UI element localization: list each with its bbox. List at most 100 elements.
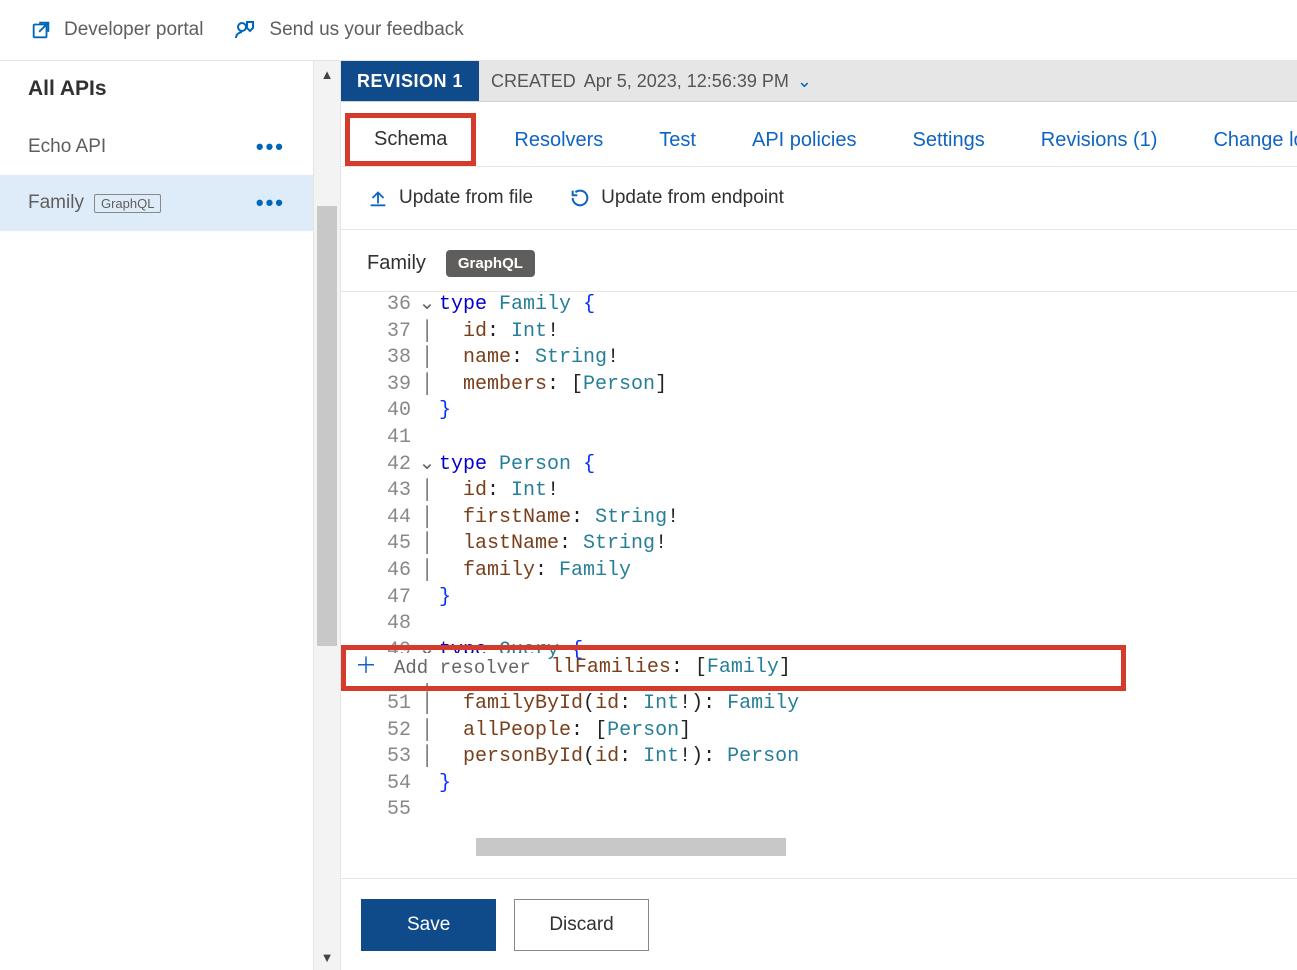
schema-editor[interactable]: 36⌄type Family {37│ id: Int!38│ name: St… bbox=[341, 291, 1297, 878]
update-from-endpoint-button[interactable]: Update from endpoint bbox=[569, 187, 784, 209]
tab-revisions[interactable]: Revisions (1) bbox=[1013, 115, 1186, 166]
scroll-thumb[interactable] bbox=[317, 206, 337, 646]
api-name: Family bbox=[367, 252, 426, 275]
more-icon[interactable]: ••• bbox=[256, 134, 285, 160]
code-line[interactable]: 41 bbox=[341, 425, 1297, 452]
upload-icon bbox=[367, 187, 389, 209]
code-text: familyById(id: Int!): Family bbox=[439, 691, 799, 718]
fold-icon[interactable] bbox=[415, 398, 439, 425]
developer-portal-label: Developer portal bbox=[64, 19, 203, 41]
code-text: lastName: String! bbox=[439, 531, 667, 558]
scroll-up-icon[interactable]: ▲ bbox=[314, 67, 340, 82]
revision-bar: REVISION 1 CREATED Apr 5, 2023, 12:56:39… bbox=[341, 61, 1297, 102]
fold-icon[interactable]: ⌄ bbox=[415, 292, 439, 319]
code-text: } bbox=[439, 771, 451, 798]
fold-icon[interactable]: │ bbox=[415, 478, 439, 505]
add-resolver-button[interactable]: Add resolver bbox=[386, 653, 545, 684]
code-line[interactable]: 48 bbox=[341, 611, 1297, 638]
code-line[interactable]: 38│ name: String! bbox=[341, 345, 1297, 372]
tab-api-policies[interactable]: API policies bbox=[724, 115, 885, 166]
discard-button[interactable]: Discard bbox=[514, 899, 648, 951]
code-text: type Person { bbox=[439, 452, 595, 479]
code-line[interactable]: 36⌄type Family { bbox=[341, 292, 1297, 319]
sidebar-item-label: Echo API bbox=[28, 136, 106, 158]
code-line[interactable]: 40} bbox=[341, 398, 1297, 425]
fold-icon[interactable] bbox=[415, 797, 439, 824]
main-panel: REVISION 1 CREATED Apr 5, 2023, 12:56:39… bbox=[341, 61, 1297, 970]
code-text: firstName: String! bbox=[439, 505, 679, 532]
update-from-file-label: Update from file bbox=[399, 187, 533, 209]
code-text: members: [Person] bbox=[439, 372, 667, 399]
code-line[interactable]: 51│ familyById(id: Int!): Family bbox=[341, 691, 1297, 718]
fold-icon[interactable]: │ bbox=[415, 718, 439, 745]
fold-icon[interactable]: │ bbox=[415, 558, 439, 585]
more-icon[interactable]: ••• bbox=[256, 190, 285, 216]
code-text: id: Int! bbox=[439, 478, 559, 505]
line-number: 36 bbox=[341, 292, 415, 319]
code-text: family: Family bbox=[439, 558, 631, 585]
send-feedback-label: Send us your feedback bbox=[269, 19, 463, 41]
send-feedback-link[interactable]: Send us your feedback bbox=[233, 18, 463, 42]
code-line[interactable]: 43│ id: Int! bbox=[341, 478, 1297, 505]
tab-schema[interactable]: Schema bbox=[345, 113, 476, 166]
external-link-icon bbox=[30, 19, 52, 41]
sidebar-item-family[interactable]: Family GraphQL ••• bbox=[0, 175, 313, 231]
fold-icon[interactable]: ⌄ bbox=[415, 452, 439, 479]
code-text: id: Int! bbox=[439, 319, 559, 346]
horizontal-scroll-thumb[interactable] bbox=[476, 838, 786, 856]
fold-icon[interactable] bbox=[415, 771, 439, 798]
vertical-scrollbar[interactable]: ▲ ▼ bbox=[314, 61, 341, 970]
revision-created[interactable]: CREATED Apr 5, 2023, 12:56:39 PM ⌄ bbox=[491, 71, 812, 92]
line-number: 40 bbox=[341, 398, 415, 425]
top-bar: Developer portal Send us your feedback bbox=[0, 0, 1297, 61]
code-line[interactable]: 46│ family: Family bbox=[341, 558, 1297, 585]
footer-bar: Save Discard bbox=[341, 878, 1297, 970]
developer-portal-link[interactable]: Developer portal bbox=[30, 19, 203, 41]
line-number: 41 bbox=[341, 425, 415, 452]
fold-icon[interactable]: │ bbox=[415, 505, 439, 532]
fold-icon[interactable] bbox=[415, 585, 439, 612]
fold-icon[interactable]: │ bbox=[415, 372, 439, 399]
revision-created-value: Apr 5, 2023, 12:56:39 PM bbox=[584, 71, 789, 92]
tab-change-log[interactable]: Change log bbox=[1185, 115, 1297, 166]
code-line[interactable]: 42⌄type Person { bbox=[341, 452, 1297, 479]
feedback-icon bbox=[233, 18, 257, 42]
line-number: 39 bbox=[341, 372, 415, 399]
revision-created-prefix: CREATED bbox=[491, 71, 576, 92]
code-line[interactable]: 53│ personById(id: Int!): Person bbox=[341, 744, 1297, 771]
fold-icon[interactable]: │ bbox=[415, 531, 439, 558]
save-button[interactable]: Save bbox=[361, 899, 496, 951]
code-line[interactable]: 54} bbox=[341, 771, 1297, 798]
fold-icon[interactable]: │ bbox=[415, 691, 439, 718]
code-line[interactable]: 52│ allPeople: [Person] bbox=[341, 718, 1297, 745]
update-from-file-button[interactable]: Update from file bbox=[367, 187, 533, 209]
fold-icon[interactable] bbox=[415, 611, 439, 638]
revision-badge[interactable]: REVISION 1 bbox=[341, 61, 479, 101]
code-line[interactable]: 45│ lastName: String! bbox=[341, 531, 1297, 558]
code-line[interactable]: 39│ members: [Person] bbox=[341, 372, 1297, 399]
tab-settings[interactable]: Settings bbox=[884, 115, 1012, 166]
line-number: 54 bbox=[341, 771, 415, 798]
scroll-down-icon[interactable]: ▼ bbox=[314, 950, 340, 965]
code-line[interactable]: 55 bbox=[341, 797, 1297, 824]
tab-test[interactable]: Test bbox=[631, 115, 724, 166]
tab-resolvers[interactable]: Resolvers bbox=[486, 115, 631, 166]
refresh-icon bbox=[569, 187, 591, 209]
line-number: 44 bbox=[341, 505, 415, 532]
fold-icon[interactable] bbox=[415, 425, 439, 452]
line-number: 37 bbox=[341, 319, 415, 346]
fold-icon[interactable]: │ bbox=[415, 319, 439, 346]
code-line[interactable]: 37│ id: Int! bbox=[341, 319, 1297, 346]
tab-bar: Schema Resolvers Test API policies Setti… bbox=[341, 102, 1297, 167]
sidebar-item-echo-api[interactable]: Echo API ••• bbox=[0, 119, 313, 175]
code-line[interactable]: 47} bbox=[341, 585, 1297, 612]
line-number: 43 bbox=[341, 478, 415, 505]
sidebar-title: All APIs bbox=[28, 77, 285, 101]
code-text: allPeople: [Person] bbox=[439, 718, 691, 745]
line-number: 52 bbox=[341, 718, 415, 745]
code-text: } bbox=[439, 585, 451, 612]
code-line[interactable]: 44│ firstName: String! bbox=[341, 505, 1297, 532]
fold-icon[interactable]: │ bbox=[415, 744, 439, 771]
line-number: 45 bbox=[341, 531, 415, 558]
fold-icon[interactable]: │ bbox=[415, 345, 439, 372]
